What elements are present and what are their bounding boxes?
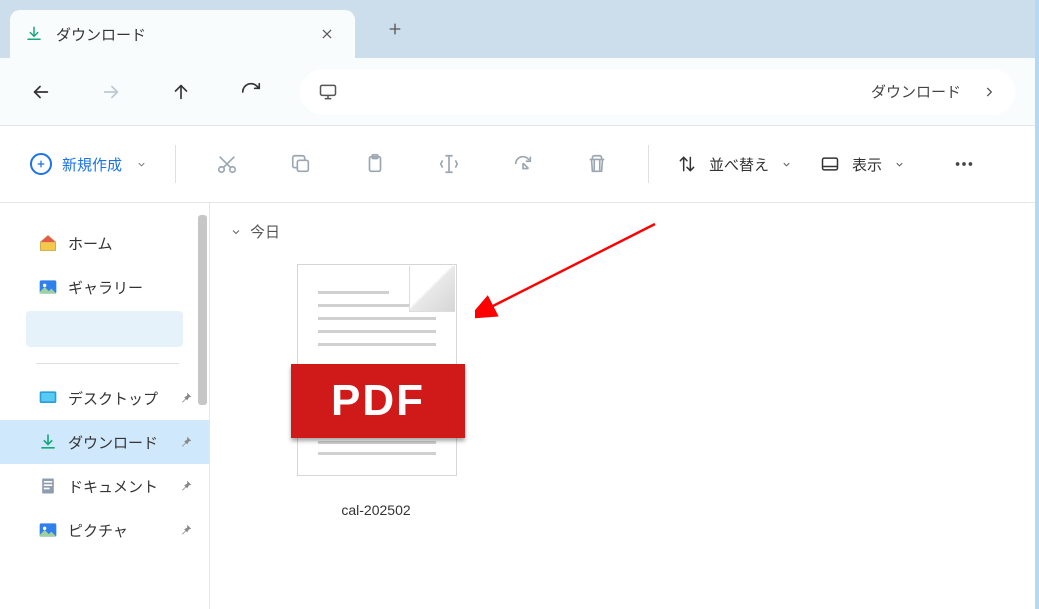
address-right: ダウンロード xyxy=(871,81,965,102)
tab-title: ダウンロード xyxy=(56,24,301,45)
pin-icon xyxy=(179,523,193,537)
pin-icon xyxy=(179,479,193,493)
download-icon xyxy=(24,24,44,44)
sidebar-item-desktop[interactable]: デスクトップ xyxy=(0,376,209,420)
separator xyxy=(175,145,176,183)
sidebar-item-documents[interactable]: ドキュメント xyxy=(0,464,209,508)
up-button[interactable] xyxy=(160,71,202,113)
sidebar-item-label: ホーム xyxy=(68,233,113,254)
chevron-right-icon[interactable] xyxy=(979,82,999,102)
navigation-row: ダウンロード xyxy=(0,58,1035,125)
sidebar-placeholder xyxy=(26,311,183,347)
sidebar-item-home[interactable]: ホーム xyxy=(0,221,209,265)
forward-button[interactable] xyxy=(90,71,132,113)
sidebar-item-label: デスクトップ xyxy=(68,388,158,409)
refresh-button[interactable] xyxy=(230,71,272,113)
monitor-icon xyxy=(316,80,340,104)
file-name: cal-202502 xyxy=(276,502,476,518)
pdf-badge-text: PDF xyxy=(331,376,425,426)
sidebar-item-label: ギャラリー xyxy=(68,277,143,298)
content-area: 今日 xyxy=(210,203,1035,609)
pdf-badge: PDF xyxy=(291,364,465,438)
copy-icon[interactable] xyxy=(278,141,324,187)
new-button[interactable]: 新規作成 xyxy=(30,153,147,175)
sidebar-item-downloads[interactable]: ダウンロード xyxy=(0,420,209,464)
new-label: 新規作成 xyxy=(62,154,122,175)
paste-icon[interactable] xyxy=(352,141,398,187)
scrollbar[interactable] xyxy=(198,215,207,405)
sort-label: 並べ替え xyxy=(709,154,769,175)
sidebar-item-gallery[interactable]: ギャラリー xyxy=(0,265,209,309)
group-header[interactable]: 今日 xyxy=(230,221,1015,254)
toolbar: 新規作成 並べ替え 表示 xyxy=(0,125,1035,203)
tab-strip: ダウンロード xyxy=(0,0,1035,58)
file-thumbnail: PDF xyxy=(291,264,461,484)
cut-icon[interactable] xyxy=(204,141,250,187)
close-icon[interactable] xyxy=(313,20,341,48)
sidebar: ホーム ギャラリー デスクトップ ダウンロード ドキュメント xyxy=(0,203,210,609)
sidebar-item-label: ダウンロード xyxy=(68,432,158,453)
file-item[interactable]: PDF cal-202502 xyxy=(276,264,476,518)
tab[interactable]: ダウンロード xyxy=(10,10,355,58)
pin-icon xyxy=(179,391,193,405)
view-label: 表示 xyxy=(852,154,882,175)
plus-circle-icon xyxy=(30,153,52,175)
sidebar-item-pictures[interactable]: ピクチャ xyxy=(0,508,209,552)
sidebar-divider xyxy=(36,363,179,364)
more-icon[interactable] xyxy=(941,141,987,187)
back-button[interactable] xyxy=(20,71,62,113)
share-icon[interactable] xyxy=(500,141,546,187)
separator xyxy=(648,145,649,183)
delete-icon[interactable] xyxy=(574,141,620,187)
address-bar[interactable]: ダウンロード xyxy=(300,69,1015,115)
pin-icon xyxy=(179,435,193,449)
rename-icon[interactable] xyxy=(426,141,472,187)
view-button[interactable]: 表示 xyxy=(820,154,905,175)
chevron-down-icon xyxy=(136,159,147,170)
sort-button[interactable]: 並べ替え xyxy=(677,154,792,175)
group-label: 今日 xyxy=(250,221,280,242)
new-tab-button[interactable] xyxy=(377,11,413,47)
sidebar-item-label: ピクチャ xyxy=(68,520,128,541)
sidebar-item-label: ドキュメント xyxy=(68,476,158,497)
